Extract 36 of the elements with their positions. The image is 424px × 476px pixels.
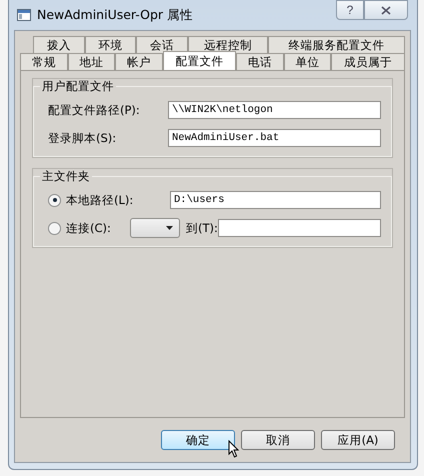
radio-button[interactable] [48,222,61,234]
radio-button[interactable] [48,194,61,206]
tab[interactable]: 配置文件 [162,51,236,70]
tab[interactable]: 远程控制 [188,36,268,53]
tab[interactable]: 终端服务配置文件 [268,36,405,53]
tab[interactable]: 帐户 [115,53,163,70]
tab[interactable]: 成员属于 [331,53,405,70]
tab[interactable]: 常规 [20,53,68,70]
radio-label: 本地路径(L): [66,192,134,208]
field-label: 登录脚本(S): [48,130,118,146]
field-label: 到(T): [186,220,218,236]
cursor-icon [228,440,240,458]
help-button[interactable]: ? [336,0,364,20]
close-button[interactable] [364,0,408,20]
tab[interactable]: 地址 [68,53,116,70]
tab[interactable]: 电话 [236,53,284,70]
drive-dropdown[interactable] [130,218,180,238]
window-icon [17,9,31,21]
dialog-button[interactable]: 确定 [161,430,235,450]
field-label: 配置文件路径(P): [48,102,141,118]
tab[interactable]: 拨入 [33,36,85,53]
dialog-button[interactable]: 应用(A) [321,430,395,450]
caret-icon [166,226,173,230]
tab[interactable]: 环境 [84,36,136,53]
radio-label: 连接(C): [66,220,112,236]
close-icon [381,6,391,14]
input-field[interactable]: NewAdminiUser.bat [168,129,381,147]
dialog-button[interactable]: 取消 [241,430,315,450]
window-title: NewAdminiUser-Opr 属性 [37,6,194,24]
tab[interactable]: 单位 [284,53,332,70]
input-field[interactable] [218,219,381,237]
input-field[interactable]: \\WIN2K\netlogon [168,101,381,119]
group-title: 主文件夹 [40,169,92,184]
input-field[interactable]: D:\users [170,191,381,209]
tab[interactable]: 会话 [136,36,188,53]
group-title: 用户配置文件 [40,79,116,94]
